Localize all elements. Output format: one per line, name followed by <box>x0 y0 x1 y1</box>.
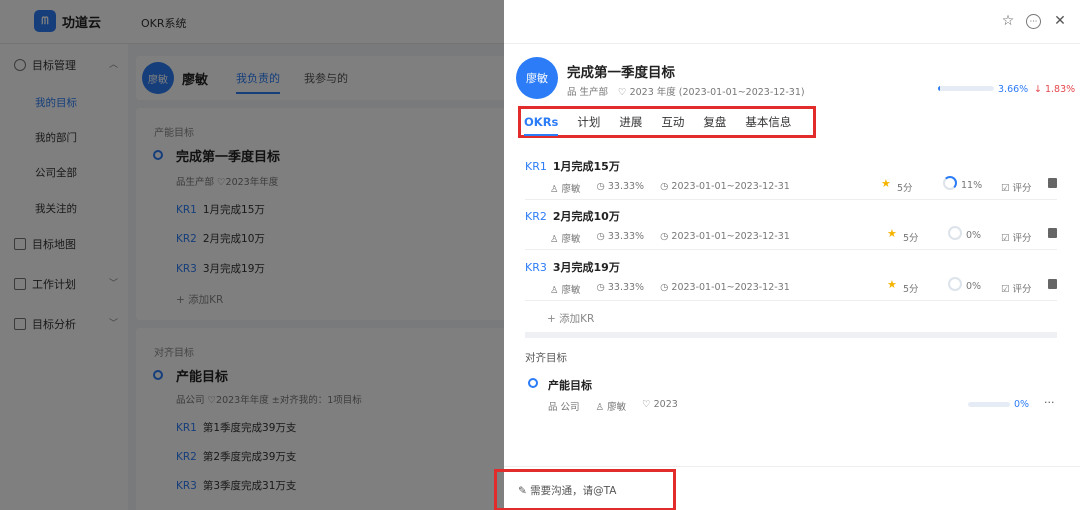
goal-progress-value: 3.66% <box>998 84 1029 95</box>
star-icon: ★ <box>881 177 891 190</box>
drawer-header: ☆ ··· ✕ <box>504 0 1080 44</box>
goal-progress-fill <box>938 86 941 91</box>
comment-footer: ✎ 需要沟通，请@TA <box>494 466 1080 510</box>
kr-info: ♙ 廖敏 ◷ 33.33% ◷ 2023-01-01~2023-12-31 <box>550 231 790 245</box>
kr-owner: ♙ 廖敏 <box>550 234 581 245</box>
tab-interaction[interactable]: 互动 <box>661 114 684 130</box>
kr-tag: KR2 <box>525 210 547 223</box>
goal-progress-bar <box>938 86 994 91</box>
aligned-goal-progress: 0% <box>1014 399 1030 410</box>
kr-owner: ♙ 廖敏 <box>550 285 581 296</box>
kr-weight: ◷ 33.33% <box>596 231 645 242</box>
rate-button[interactable]: ☑ 评分 <box>1001 180 1032 194</box>
avatar: 廖敏 <box>516 57 558 99</box>
rate-button[interactable]: ☑ 评分 <box>1001 281 1032 295</box>
trash-icon[interactable] <box>1048 178 1057 188</box>
kr-title-text: 2月完成10万 <box>552 210 620 223</box>
kr-score: 5分 <box>903 284 919 295</box>
kr-tag: KR3 <box>525 261 547 274</box>
goal-title: 完成第一季度目标 <box>567 65 675 81</box>
goal-ring-icon <box>528 378 538 388</box>
kr-progress-ring-icon <box>948 226 962 240</box>
more-icon[interactable]: ··· <box>1044 396 1055 409</box>
kr-weight: ◷ 33.33% <box>596 181 645 192</box>
star-icon[interactable]: ☆ <box>1000 13 1016 29</box>
kr-title: KR3 3月完成19万 <box>525 259 620 275</box>
kr-score: 5分 <box>903 233 919 244</box>
detail-tabs: OKRs 计划 进展 互动 复盘 基本信息 <box>518 106 816 138</box>
tab-plan[interactable]: 计划 <box>577 114 600 130</box>
aligned-goal-title[interactable]: 产能目标 <box>548 377 592 393</box>
add-kr-button[interactable]: + 添加KR <box>547 311 594 326</box>
aligned-goal-owner: ♙ 廖敏 <box>595 402 627 413</box>
period-label: ♡ 2023 年度 (2023-01-01~2023-12-31) <box>618 87 805 98</box>
close-icon[interactable]: ✕ <box>1052 13 1068 29</box>
section-divider <box>525 332 1057 338</box>
rate-button[interactable]: ☑ 评分 <box>1001 230 1032 244</box>
trash-icon[interactable] <box>1048 228 1057 238</box>
comment-input[interactable]: ✎ 需要沟通，请@TA <box>518 483 616 498</box>
kr-progress-ring-icon <box>948 277 962 291</box>
kr-title: KR1 1月完成15万 <box>525 158 620 174</box>
kr-title: KR2 2月完成10万 <box>525 208 620 224</box>
kr-title-text: 3月完成19万 <box>552 261 620 274</box>
more-icon[interactable]: ··· <box>1026 14 1041 29</box>
kr-weight: ◷ 33.33% <box>596 282 645 293</box>
trash-icon[interactable] <box>1048 279 1057 289</box>
kr-progress: 0% <box>966 281 982 292</box>
goal-detail-drawer: ☆ ··· ✕ 廖敏 完成第一季度目标 品 生产部 ♡ 2023 年度 (202… <box>494 0 1080 510</box>
kr-info: ♙ 廖敏 ◷ 33.33% ◷ 2023-01-01~2023-12-31 <box>550 282 790 296</box>
kr-row[interactable]: KR1 1月完成15万 ♙ 廖敏 ◷ 33.33% ◷ 2023-01-01~20… <box>525 150 1057 200</box>
aligned-goal-progress-bar <box>968 402 1010 407</box>
tab-progress[interactable]: 进展 <box>619 114 642 130</box>
kr-row[interactable]: KR3 3月完成19万 ♙ 廖敏 ◷ 33.33% ◷ 2023-01-01~20… <box>525 251 1057 301</box>
kr-period: ◷ 2023-01-01~2023-12-31 <box>660 181 790 192</box>
kr-score: 5分 <box>897 183 913 194</box>
aligned-goal-year: ♡ 2023 <box>642 399 678 410</box>
tab-basic-info[interactable]: 基本信息 <box>745 114 791 130</box>
aligned-goal-org: 品 公司 <box>548 402 580 413</box>
kr-period: ◷ 2023-01-01~2023-12-31 <box>660 282 790 293</box>
goal-meta: 品 生产部 ♡ 2023 年度 (2023-01-01~2023-12-31) <box>567 84 805 98</box>
kr-tag: KR1 <box>525 160 547 173</box>
star-icon: ★ <box>887 278 897 291</box>
tab-okrs[interactable]: OKRs <box>524 115 559 136</box>
kr-progress: 0% <box>966 230 982 241</box>
department-label: 品 生产部 <box>567 87 609 98</box>
kr-row[interactable]: KR2 2月完成10万 ♙ 廖敏 ◷ 33.33% ◷ 2023-01-01~20… <box>525 200 1057 250</box>
kr-owner: ♙ 廖敏 <box>550 184 581 195</box>
star-icon: ★ <box>887 227 897 240</box>
goal-progress-delta: ↓ 1.83% <box>1034 84 1076 95</box>
kr-period: ◷ 2023-01-01~2023-12-31 <box>660 231 790 242</box>
kr-title-text: 1月完成15万 <box>552 160 620 173</box>
tab-review[interactable]: 复盘 <box>703 114 726 130</box>
kr-progress: 11% <box>961 180 983 191</box>
aligned-goals-heading: 对齐目标 <box>525 352 567 364</box>
kr-progress-ring-icon <box>943 176 957 190</box>
kr-info: ♙ 廖敏 ◷ 33.33% ◷ 2023-01-01~2023-12-31 <box>550 181 790 195</box>
aligned-goal-meta: 品 公司 ♙ 廖敏 ♡ 2023 <box>548 399 678 413</box>
modal-overlay[interactable] <box>0 0 504 510</box>
